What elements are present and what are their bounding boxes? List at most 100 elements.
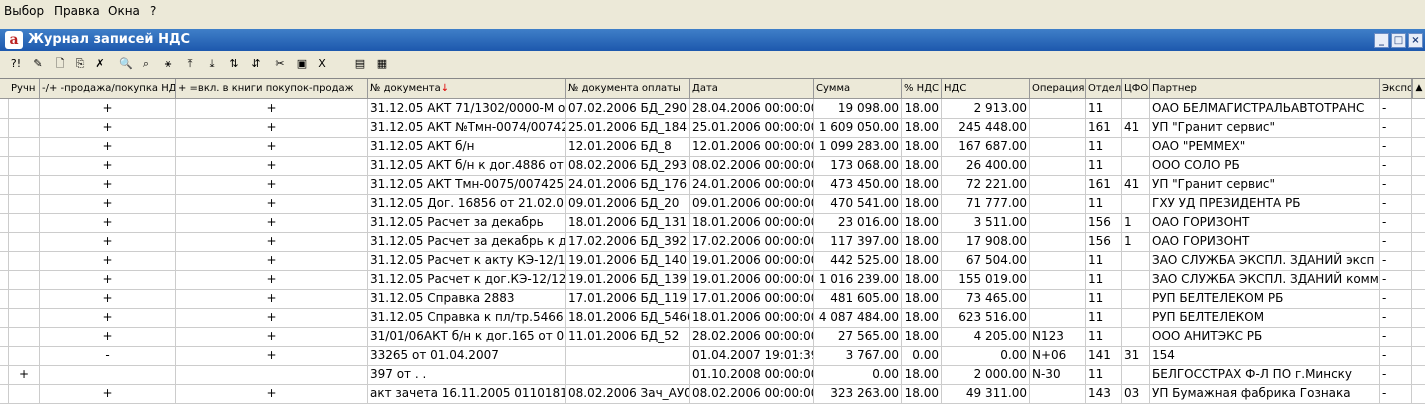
cell-docnum[interactable]: 31.12.05 АКТ б/н к дог.4886 от: [368, 156, 566, 175]
cell-vat[interactable]: 3 511.00: [942, 213, 1030, 232]
row-selector[interactable]: [0, 270, 9, 289]
cell-sum[interactable]: 4 087 484.00: [814, 308, 902, 327]
row-selector[interactable]: [0, 365, 9, 384]
cell-paydoc[interactable]: 25.01.2006 БД_184: [566, 118, 690, 137]
cell-pct[interactable]: 18.00: [902, 308, 942, 327]
cell-partner[interactable]: ООО СОЛО РБ: [1150, 156, 1380, 175]
cell-dept[interactable]: 161: [1086, 118, 1122, 137]
move-down-icon[interactable]: ⤓: [204, 56, 220, 72]
cell-cfo[interactable]: [1122, 289, 1150, 308]
cell-sale[interactable]: +: [40, 137, 176, 156]
delete-doc-icon[interactable]: ✗: [92, 56, 108, 72]
cell-date[interactable]: 12.01.2006 00:00:00: [690, 137, 814, 156]
cell-export[interactable]: -: [1380, 251, 1412, 270]
cell-sum[interactable]: 19 098.00: [814, 99, 902, 118]
row-selector[interactable]: [0, 194, 9, 213]
cell-date[interactable]: 19.01.2006 00:00:00: [690, 251, 814, 270]
cell-sale[interactable]: +: [40, 213, 176, 232]
row-selector[interactable]: [0, 137, 9, 156]
cell-op[interactable]: [1030, 251, 1086, 270]
table-row[interactable]: + +31.12.05 АКТ 71/1302/0000-М от 07.02.20…: [0, 99, 1425, 119]
cell-sum[interactable]: 1 016 239.00: [814, 270, 902, 289]
cell-pct[interactable]: 18.00: [902, 175, 942, 194]
cell-manual[interactable]: +: [9, 365, 40, 384]
menu-select[interactable]: Выбор: [4, 4, 44, 18]
cell-dept[interactable]: 143: [1086, 384, 1122, 403]
cell-book[interactable]: +: [176, 289, 368, 308]
cell-paydoc[interactable]: 17.02.2006 БД_392: [566, 232, 690, 251]
cell-paydoc[interactable]: 11.01.2006 БД_52: [566, 327, 690, 346]
cell-export[interactable]: -: [1380, 384, 1412, 403]
cell-pct[interactable]: 0.00: [902, 346, 942, 365]
cell-paydoc[interactable]: 18.01.2006 БД_5466: [566, 308, 690, 327]
row-selector[interactable]: [0, 156, 9, 175]
cell-docnum[interactable]: 31.12.05 Дог. 16856 от 21.02.0: [368, 194, 566, 213]
cell-export[interactable]: -: [1380, 137, 1412, 156]
table-row[interactable]: + +31.12.05 Расчет за декабрь 18.01.2006 Б…: [0, 213, 1425, 233]
cell-dept[interactable]: 11: [1086, 327, 1122, 346]
cell-manual[interactable]: [9, 232, 40, 251]
cell-manual[interactable]: [9, 289, 40, 308]
table-row[interactable]: + +31.12.05 АКТ б/н 12.01.2006 БД_8 12.01.2…: [0, 137, 1425, 157]
cell-sum[interactable]: 117 397.00: [814, 232, 902, 251]
cell-manual[interactable]: [9, 384, 40, 403]
cell-partner[interactable]: ГХУ УД ПРЕЗИДЕНТА РБ: [1150, 194, 1380, 213]
row-selector[interactable]: [0, 308, 9, 327]
cell-sum[interactable]: 3 767.00: [814, 346, 902, 365]
cell-op[interactable]: [1030, 384, 1086, 403]
edit-icon[interactable]: ✎: [30, 56, 46, 72]
cell-vat[interactable]: 2 000.00: [942, 365, 1030, 384]
row-selector[interactable]: [0, 289, 9, 308]
cell-cfo[interactable]: 03: [1122, 384, 1150, 403]
cell-date[interactable]: 09.01.2006 00:00:00: [690, 194, 814, 213]
cell-vat[interactable]: 17 908.00: [942, 232, 1030, 251]
cell-op[interactable]: N-30: [1030, 365, 1086, 384]
column-header-cfo[interactable]: ЦФО: [1122, 79, 1150, 98]
cell-export[interactable]: -: [1380, 365, 1412, 384]
cell-op[interactable]: [1030, 175, 1086, 194]
cell-vat[interactable]: 4 205.00: [942, 327, 1030, 346]
cell-cfo[interactable]: [1122, 156, 1150, 175]
cell-dept[interactable]: 11: [1086, 137, 1122, 156]
cell-cfo[interactable]: [1122, 327, 1150, 346]
cell-sale[interactable]: +: [40, 99, 176, 118]
cell-cfo[interactable]: 1: [1122, 232, 1150, 251]
cell-pct[interactable]: 18.00: [902, 289, 942, 308]
cell-book[interactable]: +: [176, 346, 368, 365]
cell-sale[interactable]: [40, 365, 176, 384]
cell-dept[interactable]: 11: [1086, 270, 1122, 289]
cell-partner[interactable]: РУП БЕЛТЕЛЕКОМ РБ: [1150, 289, 1380, 308]
cell-book[interactable]: +: [176, 308, 368, 327]
cell-sale[interactable]: +: [40, 156, 176, 175]
row-selector[interactable]: [0, 118, 9, 137]
cell-dept[interactable]: 141: [1086, 346, 1122, 365]
table-row[interactable]: + +31.12.05 Расчет за декабрь к д 17.02.20…: [0, 232, 1425, 252]
cell-export[interactable]: -: [1380, 346, 1412, 365]
cell-date[interactable]: 08.02.2006 00:00:00: [690, 156, 814, 175]
cell-docnum[interactable]: акт зачета 16.11.2005 0110181: [368, 384, 566, 403]
cell-paydoc[interactable]: 12.01.2006 БД_8: [566, 137, 690, 156]
cell-paydoc[interactable]: 08.02.2006 БД_293: [566, 156, 690, 175]
maximize-button[interactable]: □: [1391, 33, 1406, 48]
cell-sale[interactable]: +: [40, 118, 176, 137]
cell-sum[interactable]: 473 450.00: [814, 175, 902, 194]
cell-manual[interactable]: [9, 213, 40, 232]
cell-sale[interactable]: +: [40, 308, 176, 327]
cell-partner[interactable]: ООО АНИТЭКС РБ: [1150, 327, 1380, 346]
cell-partner[interactable]: 154: [1150, 346, 1380, 365]
cell-cfo[interactable]: [1122, 308, 1150, 327]
cell-sum[interactable]: 1 609 050.00: [814, 118, 902, 137]
cell-vat[interactable]: 623 516.00: [942, 308, 1030, 327]
cell-export[interactable]: -: [1380, 289, 1412, 308]
new-doc-icon[interactable]: 🗋: [52, 56, 68, 72]
cell-vat[interactable]: 245 448.00: [942, 118, 1030, 137]
cell-pct[interactable]: 18.00: [902, 213, 942, 232]
cell-dept[interactable]: 156: [1086, 213, 1122, 232]
journal-icon[interactable]: ▦: [374, 56, 390, 72]
cell-pct[interactable]: 18.00: [902, 118, 942, 137]
cell-paydoc[interactable]: 19.01.2006 БД_140: [566, 251, 690, 270]
cell-op[interactable]: N+06: [1030, 346, 1086, 365]
cell-date[interactable]: 17.02.2006 00:00:00: [690, 232, 814, 251]
cell-manual[interactable]: [9, 327, 40, 346]
cell-sum[interactable]: 173 068.00: [814, 156, 902, 175]
